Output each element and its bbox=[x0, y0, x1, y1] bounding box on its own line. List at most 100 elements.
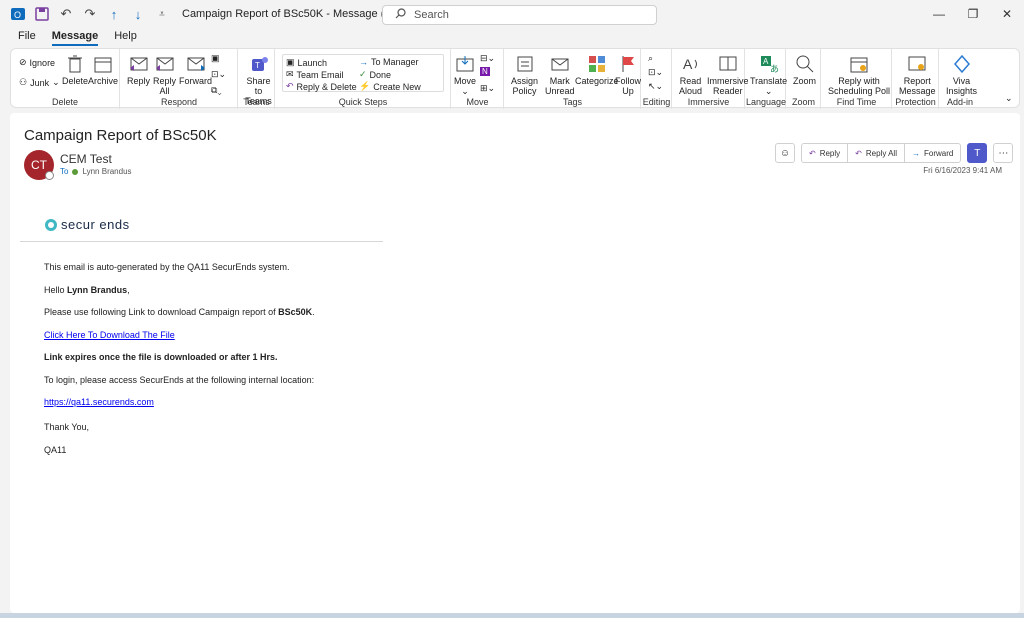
reply-action-label: Reply bbox=[819, 148, 841, 158]
reply-icon bbox=[129, 57, 147, 71]
protection-group-label: Protection bbox=[895, 97, 936, 107]
zoom-group-label: Zoom bbox=[791, 97, 815, 107]
reply-delete-quickstep[interactable]: ↶ Reply & Delete bbox=[286, 81, 357, 92]
reply-button[interactable]: Reply bbox=[127, 54, 150, 86]
ignore-button[interactable]: ⊘ Ignore bbox=[19, 57, 55, 68]
securends-logo: secur ends bbox=[44, 217, 130, 232]
menu-help[interactable]: Help bbox=[114, 30, 137, 46]
to-manager-quickstep[interactable]: → To Manager bbox=[359, 57, 419, 67]
actions-icon[interactable]: ⊞⌄ bbox=[480, 83, 495, 94]
teams-group-label: Teams bbox=[243, 97, 270, 107]
create-new-quickstep[interactable]: ⚡ Create New bbox=[359, 81, 421, 92]
assign-label-1: Assign bbox=[511, 76, 539, 86]
read-label-2: Aloud bbox=[679, 86, 703, 96]
assign-policy-button[interactable]: Assign Policy bbox=[511, 54, 538, 96]
reply-all-button[interactable]: Reply All bbox=[153, 54, 176, 96]
report-label-1: Report bbox=[903, 76, 931, 86]
forward-action-button[interactable]: → Forward bbox=[905, 144, 960, 162]
customize-toolbar-icon[interactable]: ⩡ bbox=[154, 6, 170, 22]
close-button[interactable]: ✕ bbox=[990, 0, 1024, 28]
body-signature: QA11 bbox=[44, 445, 67, 455]
team-email-label: Team Email bbox=[296, 69, 344, 80]
zoom-button[interactable]: Zoom bbox=[793, 54, 816, 86]
scheduling-poll-button[interactable]: Reply with Scheduling Poll bbox=[828, 54, 890, 96]
body-greeting: Hello Lynn Brandus, bbox=[44, 285, 130, 295]
done-quickstep[interactable]: ✓ Done bbox=[359, 69, 391, 80]
download-link-line: Click Here To Download The File bbox=[44, 330, 175, 340]
delete-label: Delete bbox=[62, 76, 89, 86]
chevron-down-icon: ⌄ bbox=[52, 77, 60, 87]
create-new-label: Create New bbox=[373, 81, 421, 92]
translate-button[interactable]: Aあ Translate ⌄ bbox=[750, 54, 787, 96]
translate-icon: Aあ bbox=[760, 56, 779, 74]
move-group-label: Move bbox=[466, 97, 489, 107]
junk-button[interactable]: ⚇ Junk ⌄ bbox=[19, 77, 60, 88]
search-box[interactable]: Search bbox=[382, 5, 657, 25]
save-icon[interactable] bbox=[34, 6, 50, 22]
reply-all-action-button[interactable]: ↶ Reply All bbox=[848, 144, 905, 162]
svg-text:A: A bbox=[763, 57, 769, 66]
delete-button[interactable]: Delete bbox=[62, 54, 88, 86]
policy-icon bbox=[517, 56, 532, 72]
more-respond-icon[interactable]: ⧉⌄ bbox=[211, 85, 222, 96]
link-intro-prefix: Please use following Link to download Ca… bbox=[44, 307, 279, 317]
redo-icon[interactable]: ↷ bbox=[82, 6, 98, 22]
teams-chat-icon[interactable]: T bbox=[967, 143, 988, 163]
download-link[interactable]: Click Here To Download The File bbox=[44, 330, 175, 340]
addin-group: Viva Insights Add-in bbox=[940, 49, 980, 109]
viva-insights-button[interactable]: Viva Insights bbox=[946, 54, 977, 96]
reply-all-icon bbox=[155, 57, 173, 71]
menu-file[interactable]: File bbox=[18, 30, 36, 46]
follow-label-2: Up bbox=[622, 86, 634, 96]
launch-quickstep[interactable]: ▣ Launch bbox=[286, 57, 327, 68]
collapse-ribbon-icon[interactable]: ⌄ bbox=[1005, 93, 1013, 104]
categorize-button[interactable]: Categorize bbox=[575, 54, 619, 86]
calendar-icon bbox=[850, 57, 868, 73]
login-url-link[interactable]: https://qa11.securends.com bbox=[44, 397, 154, 407]
sender-name[interactable]: CEM Test bbox=[60, 152, 112, 166]
more-options-icon[interactable]: ⋯ bbox=[993, 143, 1014, 163]
logo-divider bbox=[20, 241, 383, 242]
find-icon[interactable]: ⌕ bbox=[648, 53, 653, 64]
meeting-icon[interactable]: ▣ bbox=[211, 53, 220, 64]
im-icon[interactable]: ⊡⌄ bbox=[211, 69, 226, 80]
greeting-suffix: , bbox=[127, 285, 130, 295]
immersive-reader-button[interactable]: Immersive Reader bbox=[707, 54, 749, 96]
delete-group-label: Delete bbox=[51, 97, 78, 107]
recipient-name[interactable]: Lynn Brandus bbox=[82, 167, 131, 176]
rules-icon[interactable]: ⊟⌄ bbox=[480, 53, 495, 64]
mark-unread-button[interactable]: Mark Unread bbox=[545, 54, 575, 96]
move-group: Move ⌄ ⊟⌄ N ⊞⌄ Move bbox=[452, 49, 504, 109]
emoji-icon[interactable]: ☺ bbox=[775, 143, 795, 163]
chevron-down-icon: ⌄ bbox=[764, 86, 773, 96]
read-aloud-button[interactable]: A Read Aloud bbox=[679, 54, 702, 96]
message-subject: Campaign Report of BSc50K bbox=[24, 127, 217, 144]
report-message-button[interactable]: Report Message bbox=[899, 54, 936, 96]
minimize-button[interactable]: — bbox=[922, 0, 956, 28]
message-pane: Campaign Report of BSc50K CT CEM Test To… bbox=[10, 113, 1020, 613]
viva-label-1: Viva bbox=[952, 76, 971, 86]
zoom-icon bbox=[796, 55, 813, 73]
related-icon[interactable]: ⊡⌄ bbox=[648, 67, 663, 78]
reply-all-label-1: Reply bbox=[153, 76, 177, 86]
zoom-group: Zoom Zoom bbox=[787, 49, 821, 109]
follow-up-button[interactable]: Follow Up bbox=[615, 54, 641, 96]
reply-action-button[interactable]: ↶ Reply bbox=[802, 144, 849, 162]
undo-icon[interactable]: ↶ bbox=[58, 6, 74, 22]
arrow-up-icon[interactable]: ↑ bbox=[106, 6, 122, 22]
poll-label-2: Scheduling Poll bbox=[828, 86, 891, 96]
menu-message[interactable]: Message bbox=[51, 30, 99, 46]
select-icon[interactable]: ↖⌄ bbox=[648, 81, 663, 92]
forward-button[interactable]: Forward bbox=[179, 54, 212, 86]
archive-button[interactable]: Archive bbox=[88, 54, 118, 86]
arrow-down-icon[interactable]: ↓ bbox=[130, 6, 146, 22]
to-manager-label: To Manager bbox=[371, 57, 419, 67]
team-email-quickstep[interactable]: ✉ Team Email bbox=[286, 69, 344, 80]
trash-icon bbox=[68, 55, 82, 73]
immersive-group-label: Immersive bbox=[687, 97, 730, 107]
onenote-icon[interactable]: N bbox=[480, 67, 490, 76]
restore-button[interactable]: ❐ bbox=[956, 0, 990, 28]
forward-arrow-icon: → bbox=[911, 148, 920, 158]
move-button[interactable]: Move ⌄ bbox=[454, 54, 476, 96]
junk-label: Junk bbox=[30, 77, 50, 88]
